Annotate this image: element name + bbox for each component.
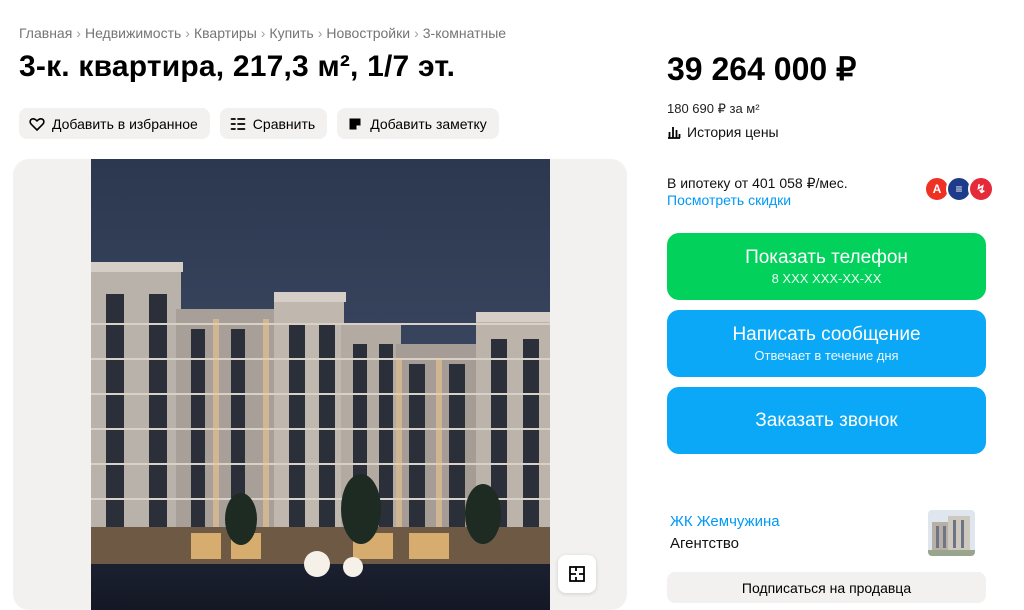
order-callback-label: Заказать звонок — [755, 409, 898, 431]
compare-icon — [230, 117, 246, 130]
subscribe-seller-button[interactable]: Подписаться на продавца — [667, 572, 986, 603]
floor-plan-button[interactable] — [558, 555, 596, 593]
price: 39 264 000 ₽ — [667, 51, 857, 87]
photo-gallery[interactable] — [13, 159, 627, 610]
breadcrumb-separator: › — [317, 25, 323, 41]
seller-avatar[interactable] — [928, 510, 975, 556]
breadcrumb-realty[interactable]: Недвижимость — [85, 25, 181, 41]
page-title: 3-к. квартира, 217,3 м², 1/7 эт. — [19, 50, 456, 83]
breadcrumb-apartments[interactable]: Квартиры — [194, 25, 257, 41]
note-icon — [349, 118, 361, 129]
bank-3-icon: ↯ — [968, 176, 994, 202]
compare-label: Сравнить — [252, 115, 316, 132]
breadcrumb-separator: › — [260, 25, 266, 41]
mortgage-text: В ипотеку от 401 058 ₽/мес. — [667, 175, 848, 191]
breadcrumb-home[interactable]: Главная — [19, 25, 72, 41]
add-to-favorites-button[interactable]: Добавить в избранное — [19, 108, 210, 139]
building-photo — [91, 159, 550, 610]
show-phone-button[interactable]: Показать телефон 8 XXX XXX-XX-XX — [667, 233, 986, 300]
floor-plan-icon — [569, 566, 585, 582]
add-note-button[interactable]: Добавить заметку — [337, 108, 499, 139]
price-history-label: История цены — [687, 124, 779, 140]
breadcrumb-new-buildings[interactable]: Новостройки — [326, 25, 410, 41]
breadcrumb-separator: › — [76, 25, 81, 41]
breadcrumb: Главная › Недвижимость › Квартиры › Купить › Нов… — [19, 25, 506, 41]
breadcrumb-buy[interactable]: Купить — [269, 25, 313, 41]
note-label: Добавить заметку — [370, 115, 487, 132]
compare-button[interactable]: Сравнить — [219, 108, 328, 139]
seller-building-image — [928, 510, 975, 556]
discount-link[interactable]: Посмотреть скидки — [667, 192, 791, 208]
seller-type: Агентство — [670, 535, 739, 552]
seller-name-link[interactable]: ЖК Жемчужина — [670, 513, 780, 530]
breadcrumb-separator: › — [414, 25, 419, 41]
breadcrumb-3-rooms[interactable]: 3-комнатные — [423, 25, 506, 41]
price-history-link[interactable]: История цены — [667, 124, 779, 140]
phone-mask: 8 XXX XXX-XX-XX — [771, 271, 882, 286]
price-per-sqm: 180 690 ₽ за м² — [667, 101, 760, 116]
show-phone-label: Показать телефон — [745, 247, 908, 268]
heart-icon — [29, 117, 45, 131]
favorite-label: Добавить в избранное — [52, 115, 198, 132]
chart-icon — [668, 127, 681, 139]
listing-actions: Добавить в избранное Сравнить Добавить з… — [19, 108, 499, 139]
write-message-button[interactable]: Написать сообщение Отвечает в течение дн… — [667, 310, 986, 377]
response-time: Отвечает в течение дня — [754, 348, 899, 363]
order-callback-button[interactable]: Заказать звонок — [667, 387, 986, 454]
main-photo[interactable] — [91, 159, 550, 610]
breadcrumb-separator: › — [185, 25, 190, 41]
write-message-label: Написать сообщение — [732, 324, 921, 345]
bank-logos: А ≡ ↯ — [924, 176, 994, 202]
